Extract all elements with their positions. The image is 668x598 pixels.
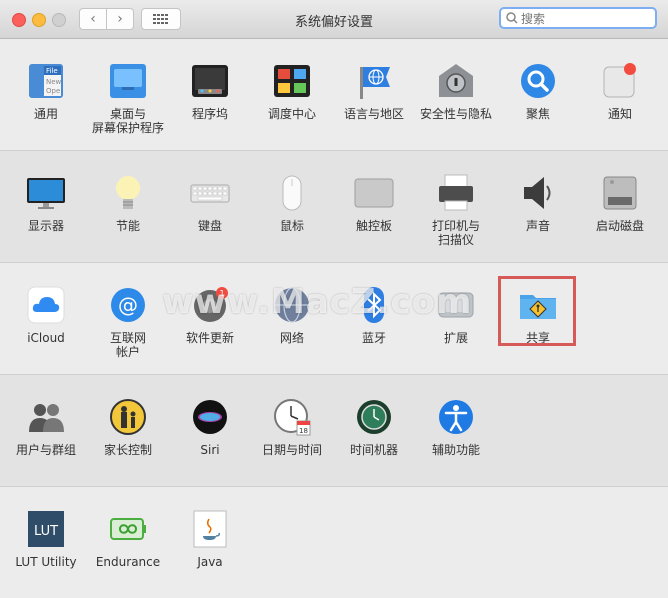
pane-label: 程序坞 bbox=[191, 107, 228, 121]
pane-lut-utility[interactable]: LUT LUT Utility bbox=[5, 489, 87, 589]
pane-label: 调度中心 bbox=[267, 107, 316, 121]
pane-energy[interactable]: 节能 bbox=[87, 153, 169, 253]
pane-label: 聚焦 bbox=[525, 107, 550, 121]
users-icon bbox=[29, 404, 64, 432]
energy-icon bbox=[116, 176, 140, 209]
pane-label: 启动磁盘 bbox=[595, 219, 644, 233]
desktop-icon bbox=[110, 64, 146, 98]
keyboard-icon bbox=[190, 184, 230, 203]
search-icon bbox=[506, 12, 518, 24]
pane-keyboard[interactable]: 键盘 bbox=[169, 153, 251, 253]
time-machine-icon bbox=[357, 400, 391, 434]
pane-label: 日期与时间 bbox=[261, 443, 322, 457]
pane-label: 声音 bbox=[525, 219, 550, 233]
pane-notifications[interactable]: 通知 bbox=[579, 41, 661, 141]
pane-startup-disk[interactable]: 启动磁盘 bbox=[579, 153, 661, 253]
sharing-highlight-box bbox=[498, 276, 576, 346]
pane-language[interactable]: 语言与地区 bbox=[333, 41, 415, 141]
pane-label: 键盘 bbox=[197, 219, 222, 233]
mouse-icon bbox=[282, 175, 302, 211]
sound-icon bbox=[524, 177, 551, 209]
internet-accounts-icon: @ bbox=[111, 288, 145, 322]
language-icon bbox=[360, 67, 390, 99]
pane-mouse[interactable]: 鼠标 bbox=[251, 153, 333, 253]
pane-label: 用户与群组 bbox=[15, 443, 76, 457]
pane-label: 家长控制 bbox=[103, 443, 152, 457]
pane-date-time[interactable]: 18 日期与时间 bbox=[251, 377, 333, 477]
pane-mission-control[interactable]: 调度中心 bbox=[251, 41, 333, 141]
pane-dock[interactable]: 程序坞 bbox=[169, 41, 251, 141]
pane-label: 鼠标 bbox=[279, 219, 304, 233]
system-preferences-window: ‹ › 系统偏好设置 搜索 File New Ope 通用 桌面与 屏幕保护程序… bbox=[0, 0, 668, 598]
lut-utility-icon: LUT bbox=[28, 511, 64, 547]
pane-label: Endurance bbox=[95, 555, 161, 569]
pane-icloud[interactable]: iCloud bbox=[5, 265, 87, 365]
pane-label: 触控板 bbox=[355, 219, 392, 233]
pane-label: iCloud bbox=[27, 331, 65, 345]
watermark: www.MacZ.com bbox=[162, 282, 473, 322]
siri-icon bbox=[193, 400, 227, 434]
spotlight-icon bbox=[521, 64, 555, 98]
pane-label: LUT Utility bbox=[15, 555, 77, 569]
pane-label: 打印机与 扫描仪 bbox=[431, 219, 480, 247]
general-icon-text: Ope bbox=[46, 87, 60, 95]
pane-siri[interactable]: Siri bbox=[169, 377, 251, 477]
pane-java[interactable]: Java bbox=[169, 489, 251, 589]
pane-desktop[interactable]: 桌面与 屏幕保护程序 bbox=[87, 41, 169, 141]
date-time-icon: 18 bbox=[274, 399, 311, 436]
general-icon-text: New bbox=[46, 78, 62, 86]
pane-parental-controls[interactable]: 家长控制 bbox=[87, 377, 169, 477]
pane-label: Siri bbox=[200, 443, 220, 457]
pane-label: 通用 bbox=[33, 107, 58, 121]
pane-label: 蓝牙 bbox=[361, 331, 386, 345]
pane-label: 桌面与 屏幕保护程序 bbox=[91, 107, 164, 135]
pane-label: Java bbox=[197, 555, 223, 569]
pane-accessibility[interactable]: 辅助功能 bbox=[415, 377, 497, 477]
lut-icon-text: LUT bbox=[34, 524, 58, 539]
pane-label: 显示器 bbox=[27, 219, 64, 233]
svg-text:@: @ bbox=[118, 293, 138, 317]
endurance-icon bbox=[110, 518, 146, 540]
display-icon bbox=[27, 178, 65, 209]
pane-spotlight[interactable]: 聚焦 bbox=[497, 41, 579, 141]
pane-label: 通知 bbox=[607, 107, 632, 121]
pane-security[interactable]: 安全性与隐私 bbox=[415, 41, 497, 141]
pane-trackpad[interactable]: 触控板 bbox=[333, 153, 415, 253]
icloud-icon bbox=[27, 286, 65, 324]
pane-sound[interactable]: 声音 bbox=[497, 153, 579, 253]
accessibility-icon bbox=[439, 400, 473, 434]
titlebar: ‹ › 系统偏好设置 bbox=[0, 0, 668, 39]
notifications-icon bbox=[603, 63, 636, 98]
pane-label: 互联网 帐户 bbox=[109, 331, 146, 359]
pane-label: 辅助功能 bbox=[431, 443, 480, 457]
pane-general[interactable]: File New Ope 通用 bbox=[5, 41, 87, 141]
search-input[interactable] bbox=[519, 10, 653, 28]
pane-label: 网络 bbox=[279, 331, 304, 345]
pane-internet-accounts[interactable]: @ 互联网 帐户 bbox=[87, 265, 169, 365]
pane-label: 语言与地区 bbox=[343, 107, 404, 121]
trackpad-icon bbox=[354, 178, 394, 208]
security-icon bbox=[439, 64, 473, 97]
search-field[interactable] bbox=[499, 7, 657, 29]
general-icon-text: File bbox=[46, 67, 58, 75]
general-icon: File New Ope bbox=[29, 64, 63, 98]
java-icon bbox=[193, 510, 227, 548]
pane-label: 时间机器 bbox=[349, 443, 398, 457]
pane-users[interactable]: 用户与群组 bbox=[5, 377, 87, 477]
pane-endurance[interactable]: Endurance bbox=[87, 489, 169, 589]
pane-label: 软件更新 bbox=[185, 331, 234, 345]
startup-disk-icon bbox=[603, 176, 637, 210]
printer-icon bbox=[439, 174, 473, 211]
mission-control-icon bbox=[274, 65, 310, 97]
dock-icon bbox=[192, 65, 228, 97]
calendar-date: 18 bbox=[299, 427, 308, 435]
pane-printers[interactable]: 打印机与 扫描仪 bbox=[415, 153, 497, 253]
pane-displays[interactable]: 显示器 bbox=[5, 153, 87, 253]
pane-time-machine[interactable]: 时间机器 bbox=[333, 377, 415, 477]
parental-controls-icon bbox=[110, 399, 146, 435]
pane-label: 扩展 bbox=[443, 331, 468, 345]
pane-label: 节能 bbox=[115, 219, 140, 233]
pane-label: 安全性与隐私 bbox=[419, 107, 492, 121]
